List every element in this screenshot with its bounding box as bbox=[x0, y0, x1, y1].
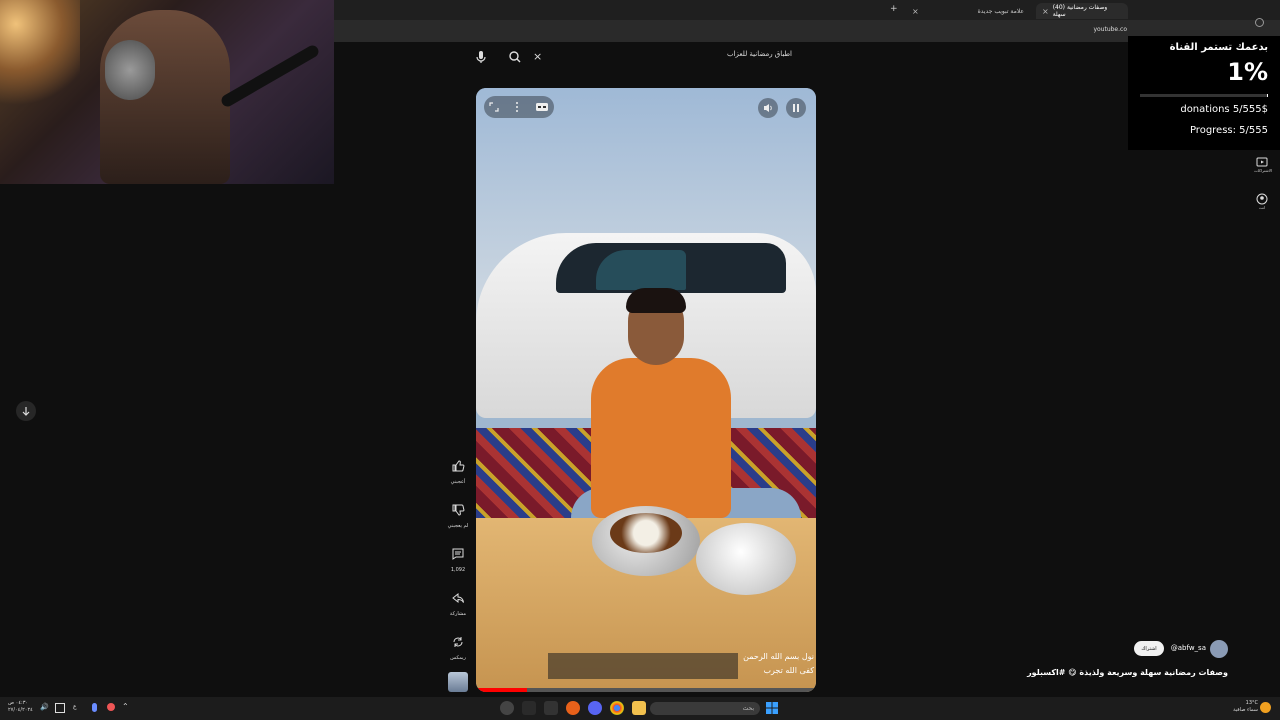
channel-handle[interactable]: @abfw_sa bbox=[1171, 644, 1206, 652]
search-icon bbox=[509, 51, 521, 63]
volume-button[interactable] bbox=[758, 98, 778, 118]
clock-date: ٢٧/٠٤/٢٠٢٤ bbox=[8, 707, 33, 713]
streamdeck-taskbar-icon[interactable] bbox=[544, 701, 558, 715]
comments-count: 1,092 bbox=[450, 567, 466, 573]
webcam-overlay bbox=[0, 0, 334, 184]
tab-active[interactable]: × (40) وصفات رمضانية سهلة bbox=[1036, 3, 1128, 19]
like-button[interactable]: أعجبني bbox=[446, 454, 470, 485]
video-progress-fill bbox=[476, 688, 527, 692]
microphone-arm bbox=[219, 43, 321, 109]
sidebar-item-subscriptions[interactable]: الاشتراكات bbox=[1254, 156, 1273, 173]
video-person-shirt bbox=[591, 358, 731, 518]
weather-temp: 13°C bbox=[1245, 700, 1258, 706]
volume-tray-icon[interactable]: 🔊 bbox=[40, 703, 49, 711]
chevron-up-icon[interactable]: ⌃ bbox=[122, 702, 129, 711]
language-indicator[interactable]: ع bbox=[73, 703, 77, 710]
taskbar-search[interactable]: بحث bbox=[650, 702, 760, 715]
dislike-button[interactable]: لم يعجبني bbox=[446, 498, 470, 529]
subtitle-line-1: نول بسم الله الرحمن bbox=[743, 652, 814, 661]
url-text: youtube.co bbox=[1093, 26, 1127, 33]
firefox-taskbar-icon[interactable] bbox=[566, 701, 580, 715]
video-pot-lid bbox=[696, 523, 796, 595]
settings-dot-icon bbox=[1255, 18, 1264, 27]
like-label: أعجبني bbox=[450, 479, 466, 485]
close-tab-icon[interactable]: × bbox=[1042, 7, 1049, 16]
search-button[interactable] bbox=[506, 48, 524, 66]
share-label: مشاركة bbox=[449, 611, 467, 617]
video-food bbox=[610, 513, 682, 553]
capcut-taskbar-icon[interactable] bbox=[522, 701, 536, 715]
pause-button[interactable] bbox=[786, 98, 806, 118]
clear-search-button[interactable]: × bbox=[533, 50, 542, 63]
weather-widget[interactable]: 13°C سماء صافية bbox=[1233, 700, 1258, 714]
mic-tray-icon[interactable] bbox=[92, 703, 97, 712]
tab-new[interactable]: × علامة تبويب جديدة bbox=[906, 3, 1030, 19]
search-input[interactable]: اطباق رمضانية للعزاب bbox=[560, 50, 792, 64]
sidebar-label: الاشتراكات bbox=[1254, 168, 1273, 173]
user-icon bbox=[1256, 193, 1268, 205]
discord-taskbar-icon[interactable] bbox=[588, 701, 602, 715]
video-progress-bar[interactable] bbox=[476, 688, 816, 692]
remix-icon bbox=[453, 637, 463, 647]
dislike-label: لم يعجبني bbox=[447, 523, 469, 529]
channel-avatar[interactable] bbox=[1210, 640, 1228, 658]
weather-icon bbox=[1260, 702, 1271, 713]
close-tab-icon[interactable]: × bbox=[912, 7, 919, 16]
share-icon bbox=[452, 592, 464, 604]
donation-progress-bar bbox=[1140, 94, 1268, 97]
file-explorer-taskbar-icon[interactable] bbox=[632, 701, 646, 715]
share-button[interactable]: مشاركة bbox=[446, 586, 470, 617]
captions-icon[interactable] bbox=[535, 101, 549, 113]
donation-title: بدعمك تستمر القناة bbox=[1169, 42, 1268, 53]
tab-label: (40) وصفات رمضانية سهلة bbox=[1052, 4, 1108, 18]
remix-button[interactable]: ريمكس bbox=[446, 630, 470, 661]
remix-label: ريمكس bbox=[450, 655, 466, 661]
obs-taskbar-icon[interactable] bbox=[500, 701, 514, 715]
donation-progress-text: Progress: 5/555 bbox=[1189, 125, 1268, 136]
chrome-taskbar-icon[interactable] bbox=[610, 701, 624, 715]
sidebar-item-you[interactable]: انت bbox=[1254, 193, 1270, 210]
donation-amount: donations 5/555$ bbox=[1180, 104, 1268, 115]
weather-desc: سماء صافية bbox=[1233, 707, 1258, 713]
app-tray-icon[interactable] bbox=[107, 703, 115, 711]
pause-icon bbox=[793, 104, 799, 112]
clock-time: ٠٤:٣٠ ص bbox=[8, 700, 29, 706]
sidebar-label: انت bbox=[1258, 205, 1266, 210]
subtitle-background bbox=[548, 653, 738, 679]
clock[interactable]: ٠٤:٣٠ ص ٢٧/٠٤/٢٠٢٤ bbox=[8, 700, 33, 714]
headset bbox=[105, 40, 155, 100]
expand-icon[interactable] bbox=[488, 101, 500, 113]
scroll-down-button[interactable] bbox=[16, 401, 36, 421]
comments-button[interactable]: 1,092 bbox=[446, 542, 470, 573]
subtitle-line-2: كفى الله تجرب bbox=[763, 666, 814, 675]
lamp-glow bbox=[0, 0, 80, 120]
video-title[interactable]: وصفات رمضانية سهلة وسريعة ولذيذة 😋 #اكسب… bbox=[1027, 668, 1228, 677]
donation-progress-fill bbox=[1266, 94, 1268, 97]
voice-search-button[interactable] bbox=[472, 48, 490, 66]
donation-widget: بدعمك تستمر القناة 1% donations 5/555$ P… bbox=[1128, 18, 1280, 150]
dislike-icon bbox=[452, 504, 465, 516]
arrow-down-icon bbox=[22, 407, 30, 416]
volume-icon bbox=[764, 104, 772, 112]
mic-icon bbox=[476, 51, 486, 63]
subscriptions-icon bbox=[1256, 157, 1268, 167]
video-person-hair bbox=[626, 288, 686, 313]
subscribe-button[interactable]: اشتراك bbox=[1134, 641, 1164, 656]
comment-icon bbox=[452, 548, 464, 560]
browser-tab-bar bbox=[334, 0, 1280, 20]
new-tab-button[interactable]: + bbox=[890, 4, 898, 14]
sound-thumbnail[interactable] bbox=[448, 672, 468, 692]
tab-label: علامة تبويب جديدة bbox=[977, 7, 1024, 15]
like-icon bbox=[452, 460, 465, 472]
windows-start-icon[interactable] bbox=[766, 702, 778, 714]
shorts-video-player[interactable]: نول بسم الله الرحمن كفى الله تجرب bbox=[476, 88, 816, 692]
more-options-icon[interactable] bbox=[514, 101, 520, 113]
video-subtitles: نول بسم الله الرحمن كفى الله تجرب bbox=[741, 650, 816, 678]
display-tray-icon[interactable] bbox=[55, 703, 65, 713]
donation-percent: 1% bbox=[1227, 58, 1268, 86]
video-car-reflection bbox=[596, 250, 686, 290]
